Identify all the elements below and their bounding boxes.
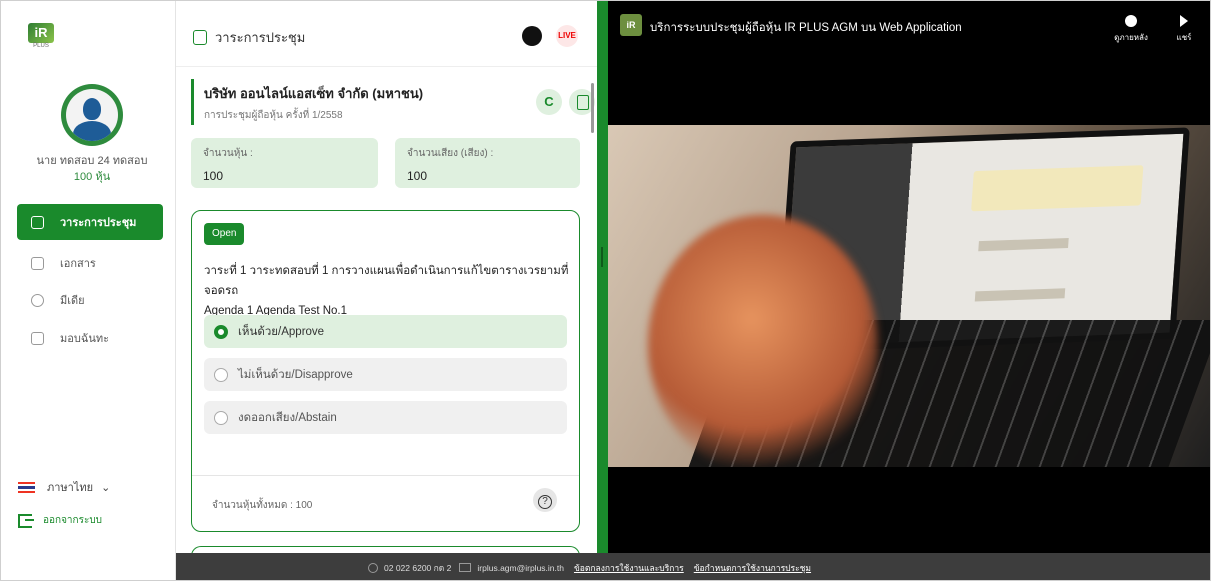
company-info: บริษัท ออนไลน์แอสเซ็ท จำกัด (มหาชน) การป… <box>191 79 595 125</box>
sidebar-item-media[interactable]: มีเดีย <box>17 282 163 318</box>
company-name: บริษัท ออนไลน์แอสเซ็ท จำกัด (มหาชน) <box>204 86 424 101</box>
agenda-icon <box>31 215 44 229</box>
vote-option-approve[interactable]: เห็นด้วย/Approve <box>204 315 567 348</box>
radio-selected-icon <box>214 324 228 339</box>
vote-option-label: งดออกเสียง/Abstain <box>238 411 337 424</box>
vote-option-disapprove[interactable]: ไม่เห็นด้วย/Disapprove <box>204 358 567 391</box>
watch-later-button[interactable]: ดูภายหลัง <box>1113 15 1149 44</box>
share-button[interactable]: แชร์ <box>1169 15 1199 44</box>
thai-flag-icon <box>18 481 35 493</box>
app-frame: iR PLUS นาย ทดสอบ 24 ทดสอบ 100 หุ้น วาระ… <box>0 0 1211 581</box>
sidebar-item-documents[interactable]: เอกสาร <box>17 245 163 281</box>
channel-icon[interactable]: iR <box>620 14 642 36</box>
logout-label: ออกจากระบบ <box>43 515 103 526</box>
refresh-button[interactable]: C <box>536 89 562 115</box>
total-shares: จำนวนหุ้นทั้งหมด : 100 <box>212 500 313 511</box>
help-icon: ? <box>538 495 552 509</box>
video-title[interactable]: บริการระบบประชุมผู้ถือหุ้น IR PLUS AGM บ… <box>650 19 962 37</box>
language-selector[interactable]: ภาษาไทย ⌄ <box>18 478 110 496</box>
vote-card: Open วาระที่ 1 วาระทดสอบที่ 1 การวางแผนเ… <box>191 210 580 532</box>
divider <box>192 475 579 476</box>
agenda-item-th: วาระที่ 1 วาระทดสอบที่ 1 การวางแผนเพื่อด… <box>204 265 569 297</box>
mail-icon <box>459 563 472 572</box>
votes-stat: จำนวนเสียง (เสียง) : 100 <box>395 138 580 188</box>
sidebar-item-label: มีเดีย <box>60 295 85 307</box>
meeting-terms-link[interactable]: ข้อกำหนดการใช้งานการประชุม <box>694 561 811 575</box>
watch-later-label: ดูภายหลัง <box>1114 33 1148 42</box>
logo-sub: PLUS <box>33 43 49 49</box>
radio-icon <box>214 410 228 425</box>
scrollbar[interactable] <box>591 83 594 133</box>
language-label: ภาษาไทย <box>47 482 94 494</box>
share-icon <box>1180 15 1188 27</box>
sidebar-item-agenda[interactable]: วาระการประชุม <box>17 204 163 240</box>
terms-link[interactable]: ข้อตกลงการใช้งานและบริการ <box>574 561 684 575</box>
help-button[interactable]: ? <box>533 488 557 512</box>
vote-option-abstain[interactable]: งดออกเสียง/Abstain <box>204 401 567 434</box>
footer-phone[interactable]: 02 022 6200 กด 2 <box>384 561 451 575</box>
irplus-logo[interactable]: iR PLUS <box>28 23 54 51</box>
shares-value: 100 <box>203 169 224 183</box>
blurred-person <box>648 215 878 467</box>
logout-icon <box>18 513 34 528</box>
chat-icon[interactable] <box>522 26 542 46</box>
video-frame <box>608 125 1210 467</box>
status-badge: Open <box>204 223 245 245</box>
meeting-title: การประชุมผู้ถือหุ้น ครั้งที่ 1/2558 <box>204 110 343 121</box>
avatar <box>61 84 123 146</box>
avatar-icon <box>66 89 118 141</box>
logout-button[interactable]: ออกจากระบบ <box>18 513 102 528</box>
share-label: แชร์ <box>1176 33 1192 42</box>
sidebar-item-proxy[interactable]: มอบฉันทะ <box>17 320 163 356</box>
votes-value: 100 <box>407 169 428 183</box>
radio-icon <box>214 367 228 382</box>
chevron-down-icon: ⌄ <box>101 481 111 494</box>
sidebar: iR PLUS นาย ทดสอบ 24 ทดสอบ 100 หุ้น วาระ… <box>1 1 176 580</box>
video-title-bar: iR บริการระบบประชุมผู้ถือหุ้น IR PLUS AG… <box>608 1 1210 51</box>
sidebar-item-label: มอบฉันทะ <box>60 333 110 345</box>
live-icon[interactable]: LIVE <box>556 25 578 47</box>
agenda-icon <box>193 30 207 45</box>
proxy-icon <box>31 331 44 345</box>
panel-resize-handle[interactable] <box>597 1 608 553</box>
sidebar-item-label: วาระการประชุม <box>60 217 137 229</box>
shares-label: จำนวนหุ้น : <box>203 148 253 159</box>
document-icon <box>31 256 44 270</box>
footer-email[interactable]: irplus.agm@irplus.in.th <box>477 563 564 573</box>
logo-mark: iR <box>28 23 54 43</box>
agenda-item-text: วาระที่ 1 วาระทดสอบที่ 1 การวางแผนเพื่อด… <box>204 261 574 321</box>
phone-icon <box>368 562 378 573</box>
clock-icon <box>1125 15 1137 27</box>
agenda-header: วาระการประชุม LIVE <box>176 1 597 67</box>
agenda-title-text: วาระการประชุม <box>215 30 306 45</box>
agenda-title: วาระการประชุม <box>193 27 305 48</box>
user-shares: 100 หุ้น <box>73 171 111 183</box>
media-icon <box>31 293 44 307</box>
vote-option-label: เห็นด้วย/Approve <box>238 325 325 338</box>
footer: 02 022 6200 กด 2 irplus.agm@irplus.in.th… <box>176 553 1210 580</box>
video-letterbox <box>608 467 1210 553</box>
shares-stat: จำนวนหุ้น : 100 <box>191 138 378 188</box>
sidebar-item-label: เอกสาร <box>60 258 96 270</box>
video-player[interactable]: iR บริการระบบประชุมผู้ถือหุ้น IR PLUS AG… <box>608 1 1210 553</box>
vote-option-label: ไม่เห็นด้วย/Disapprove <box>238 368 353 381</box>
votes-label: จำนวนเสียง (เสียง) : <box>407 148 494 159</box>
agenda-panel: วาระการประชุม LIVE บริษัท ออนไลน์แอสเซ็ท… <box>176 1 597 566</box>
